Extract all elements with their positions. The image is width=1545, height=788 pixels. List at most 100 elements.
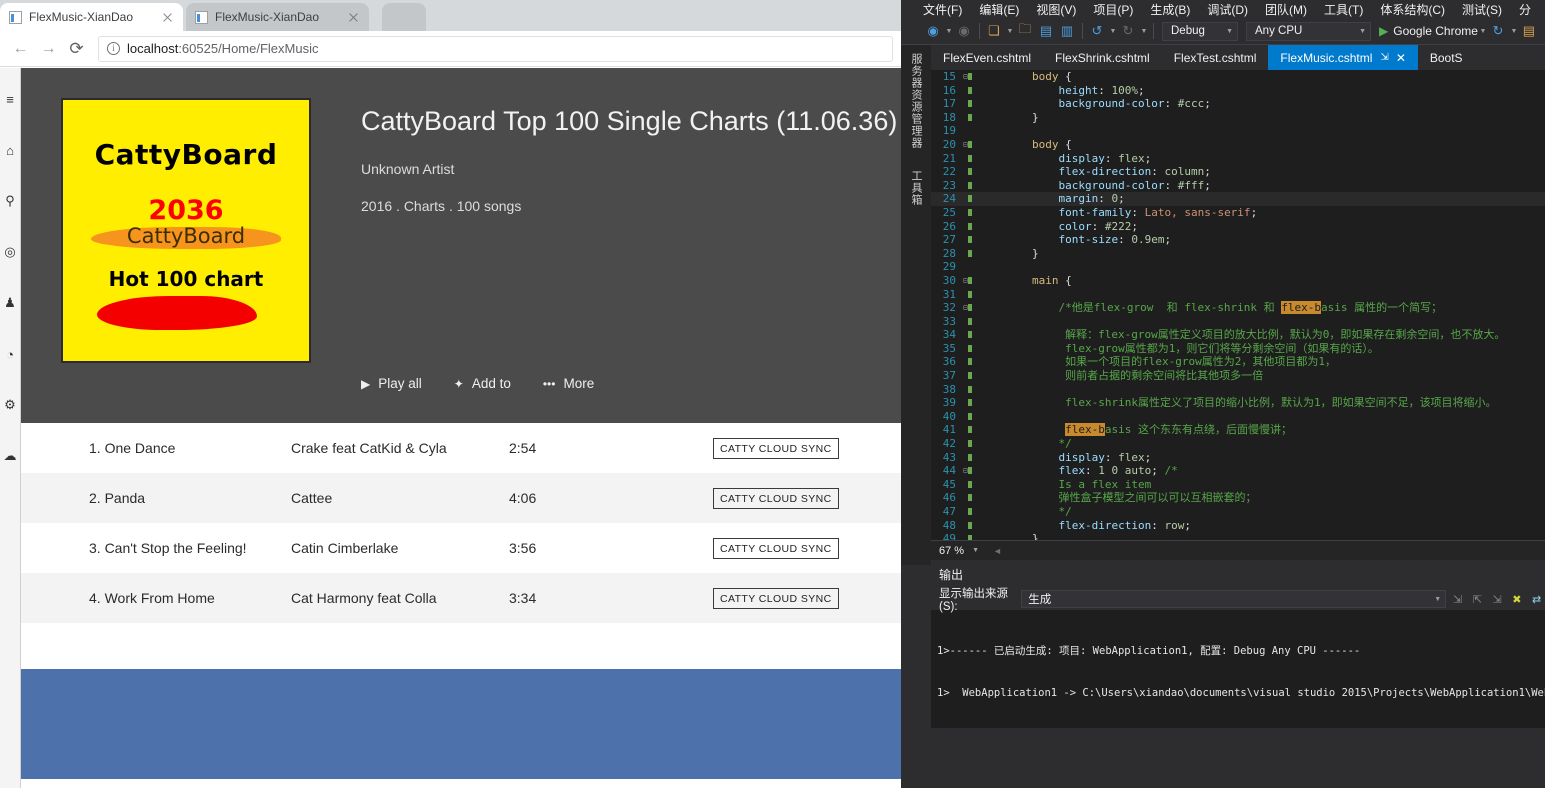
menu-view[interactable]: 视图(V) <box>1036 1 1076 18</box>
server-explorer-tab[interactable]: 服务器资源管理器 <box>908 45 924 157</box>
scroll-left-icon[interactable]: ◄ <box>993 546 1002 556</box>
code-text: flex-shrink属性定义了项目的缩小比例，默认为1，即如果空间不足，该项目… <box>1065 396 1497 410</box>
chevron-down-icon[interactable]: ▼ <box>1139 28 1149 35</box>
save-icon[interactable]: ▤ <box>1036 21 1056 41</box>
close-icon[interactable] <box>346 10 361 25</box>
gear-icon[interactable]: ⚙ <box>1 396 19 414</box>
tab-flextest[interactable]: FlexTest.cshtml <box>1162 45 1269 70</box>
search-icon[interactable]: ⚲ <box>1 192 19 210</box>
address-bar[interactable]: i localhost:60525/Home/FlexMusic <box>98 35 893 62</box>
favicon-icon <box>195 10 208 24</box>
fold-toggle-icon[interactable]: ⊟ <box>963 301 979 315</box>
more-button[interactable]: ••• More <box>543 376 594 391</box>
build-configuration-select[interactable]: Debug ▼ <box>1162 21 1238 41</box>
undo-icon[interactable]: ↺ <box>1087 21 1107 41</box>
toolbox-tab[interactable]: 工具箱 <box>908 162 924 214</box>
zoom-level[interactable]: 67 % <box>931 545 972 557</box>
status-badge[interactable]: CATTY CLOUD SYNC <box>713 587 839 609</box>
open-folder-icon[interactable]: 🗀 <box>1015 21 1035 41</box>
menu-file[interactable]: 文件(F) <box>923 1 962 18</box>
chevron-down-icon[interactable]: ▼ <box>1005 28 1015 35</box>
line-number: 38 <box>942 382 956 396</box>
redo-icon[interactable]: ↻ <box>1118 21 1138 41</box>
code-text: body { <box>1031 137 1072 151</box>
table-row[interactable]: 1. One Dance Crake feat CatKid & Cyla 2:… <box>21 423 901 473</box>
prev-message-icon[interactable]: ⇱ <box>1469 590 1486 608</box>
table-row[interactable]: 3. Can't Stop the Feeling! Catin Cimberl… <box>21 523 901 573</box>
status-badge[interactable]: CATTY CLOUD SYNC <box>713 437 839 459</box>
menu-tools[interactable]: 工具(T) <box>1324 1 1363 18</box>
code-editor[interactable]: 15 ⊟ body {16 height: 100%; 17 background-… <box>931 70 1545 540</box>
find-message-icon[interactable]: ⇲ <box>1449 590 1466 608</box>
toggle-wordwrap-icon[interactable]: ⇄ <box>1528 590 1545 608</box>
person-icon[interactable]: ♟ <box>1 294 19 312</box>
output-console[interactable]: 1>------ 已启动生成: 项目: WebApplication1, 配置:… <box>931 610 1545 728</box>
forward-icon[interactable]: → <box>36 36 61 61</box>
menu-test[interactable]: 测试(S) <box>1462 1 1502 18</box>
back-icon[interactable]: ← <box>8 36 33 61</box>
next-message-icon[interactable]: ⇲ <box>1489 590 1506 608</box>
forward-icon[interactable]: ◉ <box>954 21 974 41</box>
album-hero: CattyBoard 2036 CattyBoard Hot 100 chart… <box>21 68 901 423</box>
table-row[interactable]: 4. Work From Home Cat Harmony feat Colla… <box>21 573 901 623</box>
cloud-icon[interactable]: ☁ <box>1 447 19 465</box>
tab-flexshrink[interactable]: FlexShrink.cshtml <box>1043 45 1162 70</box>
gutter-mark <box>963 315 979 329</box>
close-icon[interactable]: ✕ <box>1396 51 1406 65</box>
site-info-icon[interactable]: i <box>107 42 120 55</box>
reload-icon[interactable]: ⟳ <box>64 36 89 61</box>
menu-architecture[interactable]: 体系结构(C) <box>1380 1 1445 18</box>
fold-toggle-icon[interactable]: ⊟ <box>963 70 979 84</box>
line-number: 18 <box>942 110 956 124</box>
browser-tab-1[interactable]: FlexMusic-XianDao <box>0 3 183 31</box>
menu-build[interactable]: 生成(B) <box>1150 1 1190 18</box>
chevron-down-icon[interactable]: ▼ <box>1108 28 1118 35</box>
new-item-icon[interactable]: ❏ <box>984 21 1004 41</box>
menu-icon[interactable]: ≡ <box>1 90 19 108</box>
chat-icon[interactable]: ◔ <box>1 345 19 363</box>
menu-team[interactable]: 团队(M) <box>1265 1 1307 18</box>
record-icon[interactable]: ◎ <box>1 243 19 261</box>
menu-edit[interactable]: 编辑(E) <box>979 1 1019 18</box>
menu-project[interactable]: 项目(P) <box>1093 1 1133 18</box>
pin-icon[interactable]: ⇲ <box>1380 52 1388 63</box>
track-artist: Cattee <box>291 490 333 506</box>
start-debug-button[interactable]: ▶ Google Chrome ▼ <box>1379 24 1488 38</box>
platform-select[interactable]: Any CPU ▼ <box>1246 21 1371 41</box>
save-all-icon[interactable]: ▥ <box>1057 21 1077 41</box>
chevron-down-icon[interactable]: ▼ <box>972 547 979 554</box>
gutter-mark <box>963 124 979 138</box>
add-to-button[interactable]: ✦ Add to <box>454 376 511 391</box>
output-source-select[interactable]: 生成 ▼ <box>1021 590 1447 608</box>
fold-toggle-icon[interactable]: ⊟ <box>963 138 979 152</box>
tab-flexshrink-label: FlexShrink.cshtml <box>1055 50 1150 65</box>
toolbar-extra-icon[interactable]: ▤ <box>1519 21 1539 41</box>
close-icon[interactable] <box>160 10 175 25</box>
chevron-down-icon[interactable]: ▼ <box>1509 28 1519 35</box>
browser-tab-3-partial[interactable] <box>382 3 426 31</box>
tab-flexmusic[interactable]: FlexMusic.cshtml ⇲ ✕ <box>1268 45 1418 70</box>
line-number: 46 <box>942 491 956 505</box>
home-icon[interactable]: ⌂ <box>1 141 19 159</box>
clear-output-icon[interactable]: ✖ <box>1508 590 1525 608</box>
gutter-mark <box>963 355 979 369</box>
table-row[interactable]: 2. Panda Cattee 4:06 CATTY CLOUD SYNC <box>21 473 901 523</box>
fold-toggle-icon[interactable]: ⊟ <box>963 274 979 288</box>
refresh-icon[interactable]: ↻ <box>1488 21 1508 41</box>
line-number: 21 <box>942 151 956 165</box>
status-badge[interactable]: CATTY CLOUD SYNC <box>713 487 839 509</box>
tab-bootstrap[interactable]: BootS <box>1418 45 1475 70</box>
menu-analyze[interactable]: 分 <box>1519 1 1531 18</box>
fold-toggle-icon[interactable]: ⊟ <box>963 464 979 478</box>
back-icon[interactable]: ◉ <box>923 21 943 41</box>
tab-flexeven[interactable]: FlexEven.cshtml <box>931 45 1043 70</box>
vs-vertical-tabs: 服务器资源管理器 工具箱 <box>901 45 931 565</box>
menu-debug[interactable]: 调试(D) <box>1207 1 1248 18</box>
status-badge[interactable]: CATTY CLOUD SYNC <box>713 537 839 559</box>
chevron-down-icon[interactable]: ▼ <box>944 28 954 35</box>
code-line: 36 如果一个项目的flex-grow属性为2，其他项目都为1， <box>931 355 1545 369</box>
play-all-button[interactable]: ▶ Play all <box>361 376 422 391</box>
chevron-down-icon[interactable]: ▼ <box>1478 28 1488 35</box>
browser-tab-2[interactable]: FlexMusic-XianDao <box>186 3 369 31</box>
